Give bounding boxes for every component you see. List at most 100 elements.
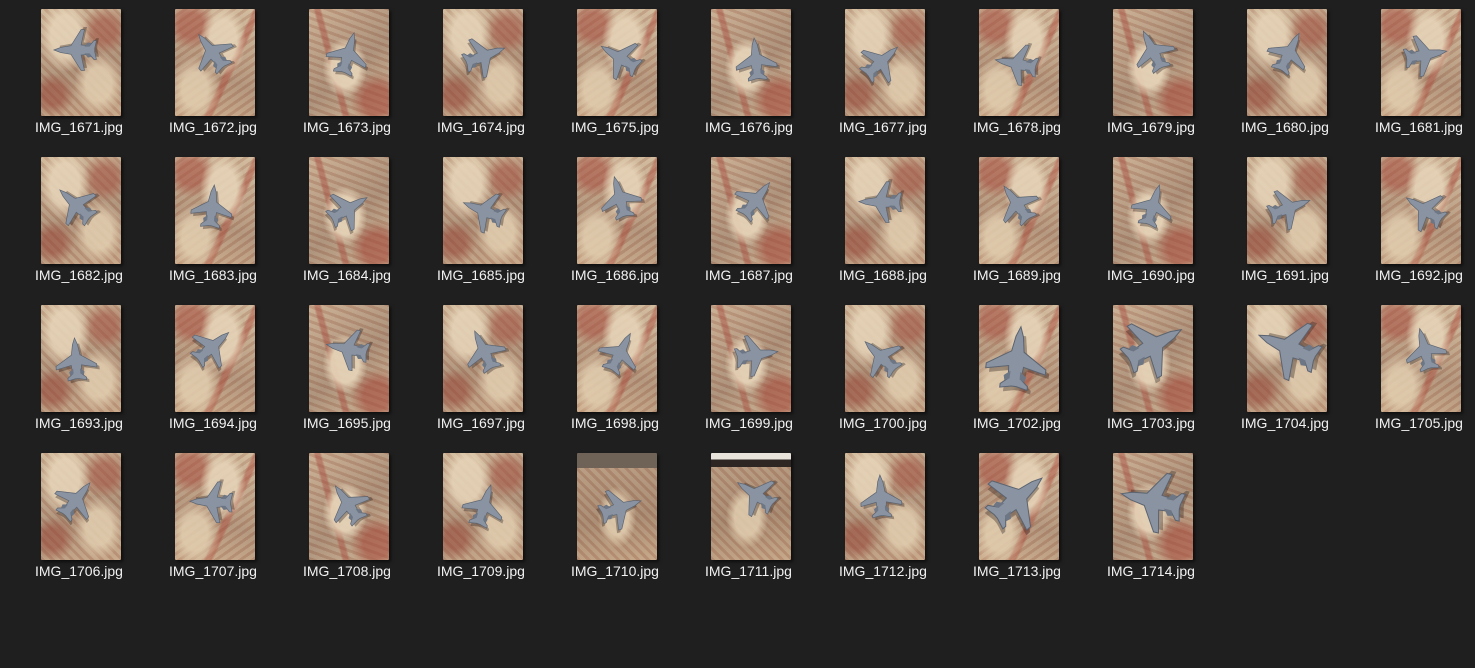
file-name-label: IMG_1708.jpg: [303, 563, 391, 579]
image-thumbnail-icon[interactable]: [711, 305, 791, 412]
jet-model-icon: [985, 325, 1050, 395]
file-item[interactable]: IMG_1688.jpg: [839, 148, 967, 290]
image-thumbnail-icon[interactable]: [711, 157, 791, 264]
file-item[interactable]: IMG_1697.jpg: [437, 296, 565, 438]
jet-model-icon: [333, 485, 374, 527]
file-item[interactable]: IMG_1699.jpg: [705, 296, 833, 438]
file-item[interactable]: IMG_1672.jpg: [169, 0, 297, 142]
file-item[interactable]: IMG_1673.jpg: [303, 0, 431, 142]
image-thumbnail-icon[interactable]: [577, 157, 657, 264]
jet-model-icon: [52, 27, 99, 71]
file-name-label: IMG_1680.jpg: [1241, 119, 1329, 135]
image-thumbnail-icon[interactable]: [1113, 157, 1193, 264]
file-item[interactable]: IMG_1684.jpg: [303, 148, 431, 290]
image-thumbnail-icon[interactable]: [175, 157, 255, 264]
file-item[interactable]: IMG_1681.jpg: [1375, 0, 1475, 142]
image-thumbnail-icon[interactable]: [443, 453, 523, 560]
file-item[interactable]: IMG_1675.jpg: [571, 0, 699, 142]
file-name-label: IMG_1697.jpg: [437, 415, 525, 431]
file-item[interactable]: IMG_1677.jpg: [839, 0, 967, 142]
file-item[interactable]: IMG_1704.jpg: [1241, 296, 1369, 438]
image-thumbnail-icon[interactable]: [1247, 157, 1327, 264]
image-thumbnail-icon[interactable]: [577, 9, 657, 116]
file-item[interactable]: IMG_1705.jpg: [1375, 296, 1475, 438]
file-item[interactable]: IMG_1708.jpg: [303, 444, 431, 586]
image-thumbnail-icon[interactable]: [309, 453, 389, 560]
file-item[interactable]: IMG_1700.jpg: [839, 296, 967, 438]
jet-model-icon: [994, 42, 1042, 87]
file-item[interactable]: IMG_1713.jpg: [973, 444, 1101, 586]
file-item[interactable]: IMG_1710.jpg: [571, 444, 699, 586]
jet-model-icon: [860, 473, 905, 521]
file-name-label: IMG_1712.jpg: [839, 563, 927, 579]
image-thumbnail-icon[interactable]: [577, 453, 657, 560]
file-item[interactable]: IMG_1685.jpg: [437, 148, 565, 290]
image-thumbnail-icon[interactable]: [979, 9, 1059, 116]
file-name-label: IMG_1704.jpg: [1241, 415, 1329, 431]
jet-model-icon: [597, 332, 637, 379]
file-item[interactable]: IMG_1686.jpg: [571, 148, 699, 290]
image-thumbnail-icon[interactable]: [443, 157, 523, 264]
file-item[interactable]: IMG_1695.jpg: [303, 296, 431, 438]
file-item[interactable]: IMG_1711.jpg: [705, 444, 833, 586]
file-item[interactable]: IMG_1703.jpg: [1107, 296, 1235, 438]
image-thumbnail-icon[interactable]: [845, 453, 925, 560]
image-thumbnail-icon[interactable]: [711, 9, 791, 116]
image-thumbnail-icon[interactable]: [979, 157, 1059, 264]
image-thumbnail-icon[interactable]: [1381, 157, 1461, 264]
image-thumbnail-icon[interactable]: [1247, 305, 1327, 412]
file-item[interactable]: IMG_1676.jpg: [705, 0, 833, 142]
file-name-label: IMG_1699.jpg: [705, 415, 793, 431]
image-thumbnail-icon[interactable]: [1381, 305, 1461, 412]
image-thumbnail-icon[interactable]: [1113, 453, 1193, 560]
image-thumbnail-icon[interactable]: [845, 157, 925, 264]
image-thumbnail-icon[interactable]: [175, 453, 255, 560]
image-thumbnail-icon[interactable]: [577, 305, 657, 412]
file-item[interactable]: IMG_1712.jpg: [839, 444, 967, 586]
image-thumbnail-icon[interactable]: [979, 453, 1059, 560]
file-item[interactable]: IMG_1687.jpg: [705, 148, 833, 290]
image-thumbnail-icon[interactable]: [309, 305, 389, 412]
file-item[interactable]: IMG_1693.jpg: [35, 296, 163, 438]
image-thumbnail-icon[interactable]: [1247, 9, 1327, 116]
image-thumbnail-icon[interactable]: [1381, 9, 1461, 116]
file-item[interactable]: IMG_1680.jpg: [1241, 0, 1369, 142]
image-thumbnail-icon[interactable]: [443, 9, 523, 116]
jet-model-icon: [1265, 190, 1311, 234]
file-item[interactable]: IMG_1678.jpg: [973, 0, 1101, 142]
jet-model-icon: [324, 193, 368, 235]
file-item[interactable]: IMG_1707.jpg: [169, 444, 297, 586]
image-thumbnail-icon[interactable]: [309, 9, 389, 116]
image-thumbnail-icon[interactable]: [1113, 305, 1193, 412]
image-thumbnail-icon[interactable]: [175, 9, 255, 116]
image-thumbnail-icon[interactable]: [41, 9, 121, 116]
jet-model-icon: [190, 184, 235, 232]
file-name-label: IMG_1683.jpg: [169, 267, 257, 283]
file-item[interactable]: IMG_1690.jpg: [1107, 148, 1235, 290]
image-thumbnail-icon[interactable]: [443, 305, 523, 412]
image-thumbnail-icon[interactable]: [711, 453, 791, 560]
file-item[interactable]: IMG_1698.jpg: [571, 296, 699, 438]
image-thumbnail-icon[interactable]: [41, 305, 121, 412]
image-thumbnail-icon[interactable]: [41, 157, 121, 264]
file-item[interactable]: IMG_1692.jpg: [1375, 148, 1475, 290]
file-item[interactable]: IMG_1714.jpg: [1107, 444, 1235, 586]
image-thumbnail-icon[interactable]: [979, 305, 1059, 412]
image-thumbnail-icon[interactable]: [845, 9, 925, 116]
file-item[interactable]: IMG_1682.jpg: [35, 148, 163, 290]
file-item[interactable]: IMG_1679.jpg: [1107, 0, 1235, 142]
file-item[interactable]: IMG_1671.jpg: [35, 0, 163, 142]
image-thumbnail-icon[interactable]: [41, 453, 121, 560]
file-item[interactable]: IMG_1694.jpg: [169, 296, 297, 438]
file-item[interactable]: IMG_1709.jpg: [437, 444, 565, 586]
file-item[interactable]: IMG_1683.jpg: [169, 148, 297, 290]
file-item[interactable]: IMG_1691.jpg: [1241, 148, 1369, 290]
file-item[interactable]: IMG_1674.jpg: [437, 0, 565, 142]
file-item[interactable]: IMG_1689.jpg: [973, 148, 1101, 290]
file-item[interactable]: IMG_1702.jpg: [973, 296, 1101, 438]
image-thumbnail-icon[interactable]: [175, 305, 255, 412]
image-thumbnail-icon[interactable]: [309, 157, 389, 264]
image-thumbnail-icon[interactable]: [1113, 9, 1193, 116]
file-item[interactable]: IMG_1706.jpg: [35, 444, 163, 586]
image-thumbnail-icon[interactable]: [845, 305, 925, 412]
